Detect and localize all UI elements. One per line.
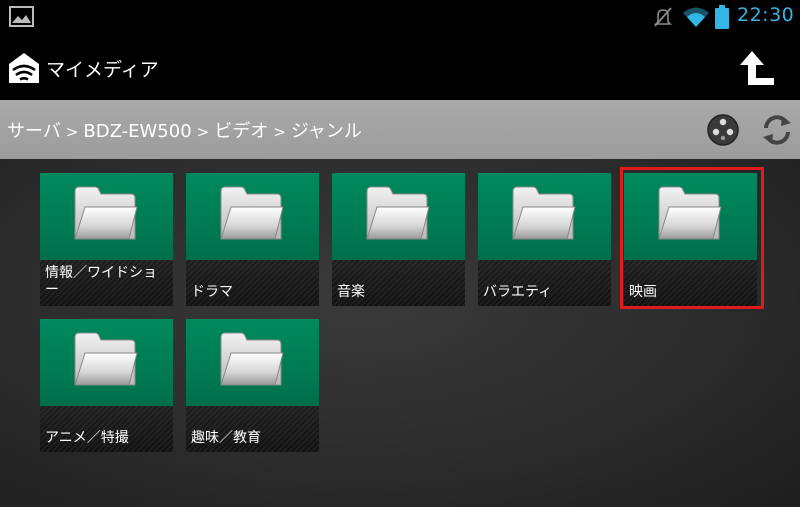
breadcrumb-bar: サーバ > BDZ-EW500 > ビデオ > ジャンル xyxy=(0,100,800,159)
app-logo-icon xyxy=(9,53,39,83)
genre-tile-music[interactable]: 音楽 xyxy=(332,173,465,306)
breadcrumb-server[interactable]: サーバ xyxy=(7,121,61,142)
genre-tile-drama[interactable]: ドラマ xyxy=(186,173,319,306)
breadcrumb-device[interactable]: BDZ-EW500 xyxy=(83,121,191,142)
folder-icon xyxy=(511,185,577,243)
gallery-icon xyxy=(9,6,34,27)
genre-grid: 情報／ワイドショー ドラマ 音楽 バラエティ 映画 アニメ／特撮 趣味／教育 xyxy=(0,159,800,507)
folder-icon xyxy=(73,331,139,389)
up-navigation-button[interactable] xyxy=(738,48,778,88)
highlight-box xyxy=(620,167,764,309)
breadcrumb-video[interactable]: ビデオ xyxy=(214,121,268,142)
breadcrumb-separator: > xyxy=(273,123,286,141)
genre-tile-variety[interactable]: バラエティ xyxy=(478,173,611,306)
tile-label: バラエティ xyxy=(483,284,553,300)
battery-icon xyxy=(715,5,729,29)
wifi-icon xyxy=(683,7,709,27)
app-title: マイメディア xyxy=(46,59,159,81)
breadcrumb-separator: > xyxy=(196,123,210,141)
breadcrumb-genre: ジャンル xyxy=(290,121,362,142)
action-bar: マイメディア xyxy=(0,33,800,100)
tile-label: 趣味／教育 xyxy=(191,430,261,446)
breadcrumb-separator: > xyxy=(65,123,79,141)
breadcrumb: サーバ > BDZ-EW500 > ビデオ > ジャンル xyxy=(7,117,362,143)
up-arrow-icon xyxy=(740,51,774,85)
genre-tile-hobby-education[interactable]: 趣味／教育 xyxy=(186,319,319,452)
remote-icon xyxy=(707,114,739,146)
genre-tile-anime[interactable]: アニメ／特撮 xyxy=(40,319,173,452)
folder-icon xyxy=(219,331,285,389)
refresh-button[interactable] xyxy=(760,113,794,147)
genre-tile-info-wideshow[interactable]: 情報／ワイドショー xyxy=(40,173,173,306)
folder-icon xyxy=(219,185,285,243)
remote-button[interactable] xyxy=(706,113,740,147)
status-bar: 22:30 xyxy=(0,0,800,33)
tile-label: 情報／ワイドショー xyxy=(45,265,157,298)
status-clock: 22:30 xyxy=(737,4,795,26)
tile-label: ドラマ xyxy=(191,284,233,300)
tile-label: アニメ／特撮 xyxy=(45,430,129,446)
folder-icon xyxy=(365,185,431,243)
app-window: 22:30 マイメディア サーバ > BDZ-EW500 > ビデオ > ジャンル xyxy=(0,0,800,507)
mute-icon xyxy=(654,7,672,27)
tile-label: 音楽 xyxy=(337,284,365,300)
folder-icon xyxy=(73,185,139,243)
